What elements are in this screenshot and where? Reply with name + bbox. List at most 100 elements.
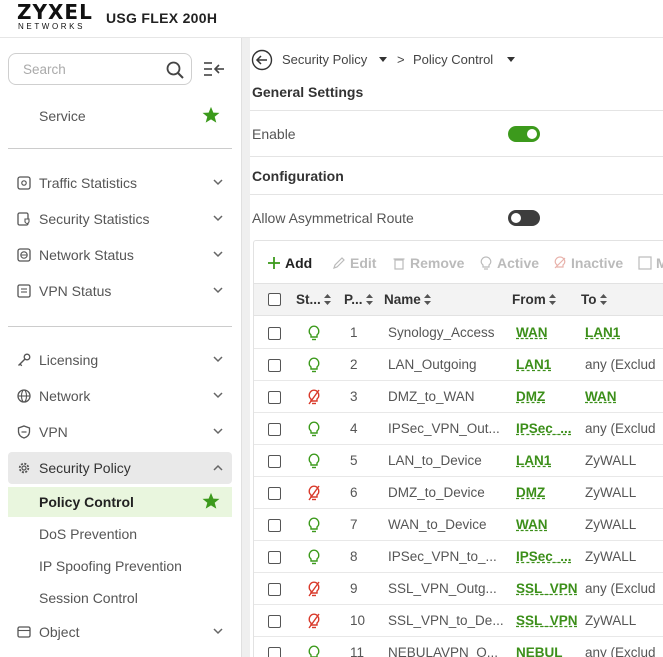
row-from-link[interactable]: LAN1 bbox=[516, 357, 551, 372]
back-arrow-icon[interactable] bbox=[251, 49, 273, 71]
row-from-link[interactable]: NEBUL bbox=[516, 645, 563, 657]
row-to: ZyWALL bbox=[585, 613, 637, 628]
row-checkbox[interactable] bbox=[268, 647, 281, 657]
row-checkbox[interactable] bbox=[268, 519, 281, 532]
zyxel-logo[interactable]: ZYXEL NETWORKS bbox=[17, 0, 93, 34]
row-from-link[interactable]: SSL_VPN bbox=[516, 613, 578, 628]
row-from-link[interactable]: LAN1 bbox=[516, 453, 551, 468]
search-box[interactable]: Search bbox=[8, 53, 192, 85]
row-name[interactable]: IPSec_VPN_Out... bbox=[388, 421, 500, 436]
column-status[interactable]: St... bbox=[296, 292, 331, 307]
row-checkbox[interactable] bbox=[268, 551, 281, 564]
row-from-link[interactable]: WAN bbox=[516, 517, 548, 532]
row-checkbox[interactable] bbox=[268, 359, 281, 372]
more-button[interactable]: M bbox=[638, 255, 663, 271]
sidebar-item-licensing[interactable]: Licensing bbox=[8, 344, 232, 376]
table-row[interactable]: 3 DMZ_to_WAN DMZ WAN bbox=[254, 381, 663, 413]
active-button[interactable]: Active bbox=[479, 255, 539, 271]
row-from-link[interactable]: DMZ bbox=[516, 389, 545, 404]
favorite-service[interactable]: Service bbox=[8, 101, 232, 131]
row-from-link[interactable]: IPSec_... bbox=[516, 421, 572, 436]
breadcrumb-parent[interactable]: Security Policy bbox=[282, 52, 367, 67]
logo-wordmark: ZYXEL bbox=[17, 0, 93, 24]
chevron-up-icon bbox=[213, 464, 223, 471]
row-name[interactable]: IPSec_VPN_to_... bbox=[388, 549, 497, 564]
row-from-link[interactable]: IPSec_... bbox=[516, 549, 572, 564]
top-bar: ZYXEL NETWORKS USG FLEX 200H bbox=[0, 0, 663, 38]
table-row[interactable]: 9 SSL_VPN_Outg... SSL_VPN any (Exclud bbox=[254, 573, 663, 605]
row-checkbox[interactable] bbox=[268, 327, 281, 340]
row-checkbox[interactable] bbox=[268, 455, 281, 468]
column-name[interactable]: Name bbox=[384, 292, 431, 307]
favorite-star-icon[interactable] bbox=[202, 106, 220, 124]
row-name[interactable]: SSL_VPN_Outg... bbox=[388, 581, 497, 596]
row-from-link[interactable]: DMZ bbox=[516, 485, 545, 500]
caret-down-icon[interactable] bbox=[507, 57, 515, 63]
table-row[interactable]: 1 Synology_Access WAN LAN1 bbox=[254, 317, 663, 349]
enable-toggle[interactable] bbox=[508, 126, 540, 142]
search-icon[interactable] bbox=[165, 60, 185, 80]
row-name[interactable]: DMZ_to_Device bbox=[388, 485, 485, 500]
asymmetrical-route-toggle[interactable] bbox=[508, 210, 540, 226]
row-from-link[interactable]: WAN bbox=[516, 325, 548, 340]
row-name[interactable]: DMZ_to_WAN bbox=[388, 389, 475, 404]
edit-button[interactable]: Edit bbox=[332, 255, 376, 271]
pencil-icon bbox=[333, 257, 345, 269]
row-name[interactable]: NEBULAVPN_O... bbox=[388, 645, 498, 657]
add-button[interactable]: Add bbox=[267, 255, 312, 271]
table-row[interactable]: 7 WAN_to_Device WAN ZyWALL bbox=[254, 509, 663, 541]
lightbulb-icon bbox=[308, 357, 320, 373]
row-from-link[interactable]: SSL_VPN bbox=[516, 581, 578, 596]
row-priority: 5 bbox=[350, 453, 358, 468]
remove-button[interactable]: Remove bbox=[392, 255, 464, 271]
table-row[interactable]: 8 IPSec_VPN_to_... IPSec_... ZyWALL bbox=[254, 541, 663, 573]
sidebar-subitem-ip-spoofing-prevention[interactable]: IP Spoofing Prevention bbox=[8, 551, 232, 581]
table-row[interactable]: 11 NEBULAVPN_O... NEBUL any (Exclud bbox=[254, 637, 663, 657]
column-to-label: To bbox=[581, 292, 597, 307]
row-name[interactable]: LAN_Outgoing bbox=[388, 357, 477, 372]
sidebar-item-object[interactable]: Object bbox=[8, 616, 232, 648]
remove-label: Remove bbox=[410, 255, 465, 271]
inactive-button[interactable]: Inactive bbox=[553, 255, 623, 271]
section-divider bbox=[250, 194, 663, 195]
chevron-down-icon bbox=[213, 428, 223, 435]
sidebar-item-network[interactable]: Network bbox=[8, 380, 232, 412]
row-name[interactable]: WAN_to_Device bbox=[388, 517, 487, 532]
caret-down-icon[interactable] bbox=[379, 57, 387, 63]
sidebar-subitem-policy-control[interactable]: Policy Control bbox=[8, 487, 232, 517]
column-to[interactable]: To bbox=[581, 292, 607, 307]
row-to[interactable]: LAN1 bbox=[585, 325, 620, 340]
table-row[interactable]: 4 IPSec_VPN_Out... IPSec_... any (Exclud bbox=[254, 413, 663, 445]
breadcrumb-current[interactable]: Policy Control bbox=[413, 52, 493, 67]
sort-icon bbox=[548, 294, 556, 305]
row-name[interactable]: SSL_VPN_to_De... bbox=[388, 613, 504, 628]
sidebar-subitem-session-control[interactable]: Session Control bbox=[8, 583, 232, 613]
sidebar-item-security-statistics[interactable]: Security Statistics bbox=[8, 203, 232, 235]
table-row[interactable]: 5 LAN_to_Device LAN1 ZyWALL bbox=[254, 445, 663, 477]
column-priority[interactable]: P... bbox=[344, 292, 373, 307]
select-all-checkbox[interactable] bbox=[268, 293, 281, 306]
sidebar-item-vpn-status[interactable]: VPN Status bbox=[8, 275, 232, 307]
favorite-star-icon[interactable] bbox=[202, 492, 220, 510]
row-checkbox[interactable] bbox=[268, 583, 281, 596]
row-checkbox[interactable] bbox=[268, 423, 281, 436]
row-checkbox[interactable] bbox=[268, 391, 281, 404]
sidebar-item-traffic-statistics[interactable]: Traffic Statistics bbox=[8, 167, 232, 199]
table-row[interactable]: 6 DMZ_to_Device DMZ ZyWALL bbox=[254, 477, 663, 509]
sidebar-item-security-policy[interactable]: Security Policy bbox=[8, 452, 232, 484]
search-input[interactable]: Search bbox=[23, 62, 66, 77]
sidebar-subitem-dos-prevention[interactable]: DoS Prevention bbox=[8, 519, 232, 549]
table-row[interactable]: 10 SSL_VPN_to_De... SSL_VPN ZyWALL bbox=[254, 605, 663, 637]
table-row[interactable]: 2 LAN_Outgoing LAN1 any (Exclud bbox=[254, 349, 663, 381]
collapse-menu-icon[interactable] bbox=[203, 60, 225, 78]
row-checkbox[interactable] bbox=[268, 615, 281, 628]
row-to[interactable]: WAN bbox=[585, 389, 617, 404]
sidebar-item-network-status[interactable]: Network Status bbox=[8, 239, 232, 271]
column-from[interactable]: From bbox=[512, 292, 556, 307]
row-checkbox[interactable] bbox=[268, 487, 281, 500]
row-name[interactable]: Synology_Access bbox=[388, 325, 495, 340]
sidebar-item-label: Traffic Statistics bbox=[39, 175, 138, 191]
lightbulb-off-icon bbox=[308, 485, 320, 501]
sidebar-item-vpn[interactable]: VPN bbox=[8, 416, 232, 448]
row-name[interactable]: LAN_to_Device bbox=[388, 453, 482, 468]
